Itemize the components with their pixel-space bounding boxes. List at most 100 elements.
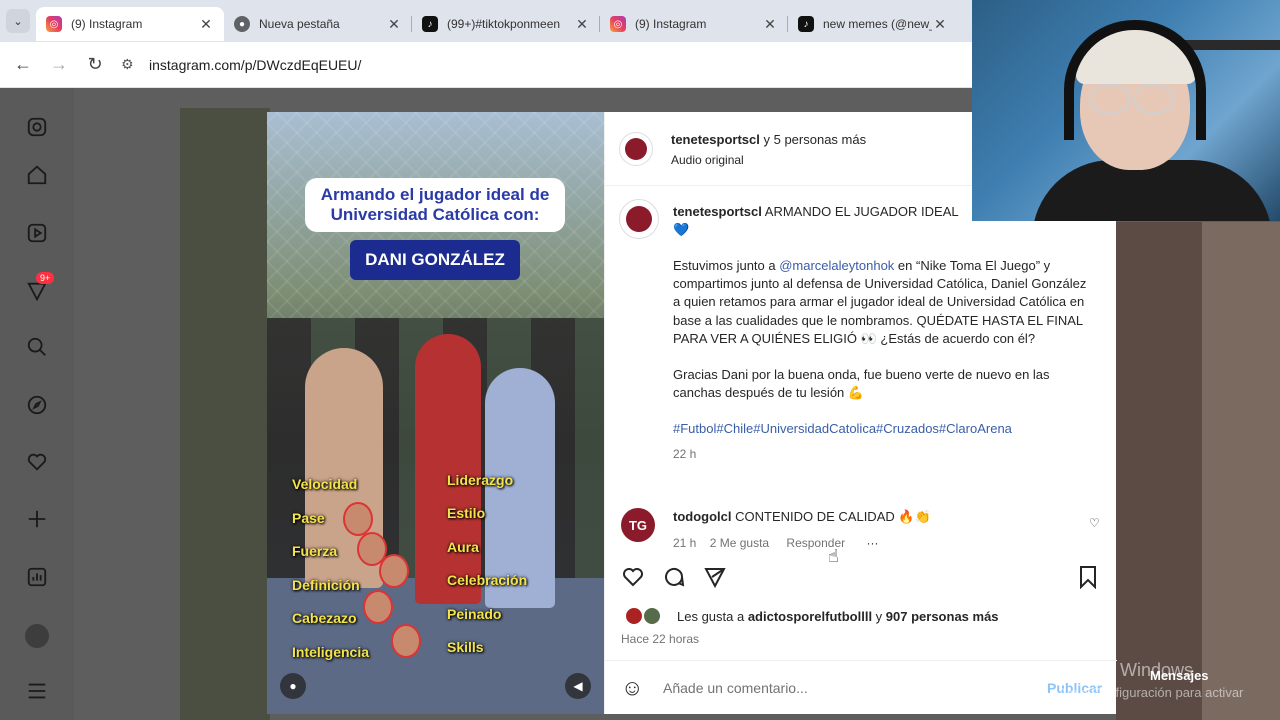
glasses-lens [1090, 84, 1130, 114]
mouse-cursor-icon: ☝ [828, 546, 839, 566]
comment-author[interactable]: todogolcl [673, 509, 732, 524]
tagged-users-icon[interactable]: ● [280, 673, 306, 699]
comment-like-heart-icon[interactable]: ♡ [1089, 514, 1100, 532]
trait-label: Cabezazo [292, 610, 357, 626]
hashtags-link[interactable]: #Futbol#Chile#UniversidadCatolica#Cruzad… [673, 420, 1093, 438]
player-face [391, 624, 421, 658]
share-icon[interactable] [703, 565, 727, 595]
screen: ⌄ ◎ (9) Instagram ✕ ● Nueva pestaña ✕ ♪ … [0, 0, 1280, 720]
home-icon[interactable] [24, 162, 50, 188]
trait-label: Inteligencia [292, 644, 370, 660]
player-name-banner: DANI GONZÁLEZ [350, 240, 520, 280]
post-video[interactable]: Armando el jugador ideal de Universidad … [267, 112, 604, 714]
activate-windows-subtitle: Ve a Configuración para activar [1062, 685, 1244, 700]
post-timestamp: Hace 22 horas [621, 632, 700, 646]
commenter-avatar[interactable]: TG [621, 508, 655, 542]
messages-button[interactable]: Mensajes [1150, 668, 1209, 683]
trait-label: Celebración [447, 572, 528, 588]
trait-label: Pase [292, 510, 325, 526]
dashboard-icon[interactable] [24, 564, 50, 590]
trait-label: Liderazgo [447, 472, 514, 488]
site-settings-icon[interactable]: ⚙ [121, 56, 143, 73]
comment-input[interactable]: Añade un comentario... [663, 679, 808, 697]
volume-icon[interactable]: ◀ [565, 673, 591, 699]
tiktok-icon: ♪ [798, 16, 814, 32]
heart-icon[interactable] [24, 449, 50, 475]
author-username[interactable]: tenetesportscl [671, 132, 760, 147]
forward-arrow-icon[interactable]: → [41, 54, 77, 75]
back-arrow-icon[interactable]: ← [5, 54, 41, 75]
profile-avatar[interactable] [25, 624, 49, 648]
chevron-down-icon[interactable]: ⌄ [6, 9, 30, 33]
trait-label: Fuerza [292, 543, 338, 559]
reload-icon[interactable]: ↻ [77, 54, 113, 75]
trait-label: Skills [447, 639, 484, 655]
instagram-logo-icon[interactable] [24, 114, 50, 140]
emoji-icon[interactable]: ☺ [621, 675, 643, 701]
tab-title: Nueva pestaña [259, 17, 340, 31]
comment-bubble-icon[interactable] [662, 565, 686, 595]
tab-title: (9) Instagram [635, 17, 707, 31]
browser-tab-new-tab[interactable]: ● Nueva pestaña ✕ [224, 7, 412, 41]
instagram-icon: ◎ [610, 16, 626, 32]
liker-avatars [625, 607, 661, 625]
browser-tab-instagram-2[interactable]: ◎ (9) Instagram ✕ [600, 7, 788, 41]
caption-timestamp: 22 h [673, 446, 697, 461]
likes-prefix: Les gusta a [677, 609, 748, 624]
background-post [1116, 222, 1202, 720]
caption-headline: ARMANDO EL JUGADOR IDEAL [764, 204, 959, 219]
blue-heart-emoji: 💙 [673, 222, 690, 237]
person-player [415, 334, 481, 604]
coauthors-text: y 5 personas más [763, 132, 867, 147]
audio-label[interactable]: Audio original [671, 151, 744, 169]
video-headline: Armando el jugador ideal de Universidad … [305, 178, 565, 232]
url-field[interactable]: instagram.com/p/DWczdEqEUEU/ [149, 57, 361, 73]
close-icon[interactable]: ✕ [762, 16, 778, 33]
background-post [1202, 222, 1280, 720]
trait-label: Estilo [447, 505, 486, 521]
streamer-body [1032, 160, 1272, 221]
create-plus-icon[interactable] [24, 506, 50, 532]
tab-title: new memes (@new_ [823, 17, 932, 31]
chrome-icon: ● [234, 16, 250, 32]
notification-badge: 9+ [36, 272, 55, 284]
author-avatar[interactable] [619, 132, 653, 166]
browser-tab-instagram[interactable]: ◎ (9) Instagram ✕ [36, 7, 224, 41]
tab-search-menu[interactable]: ⌄ [0, 0, 36, 42]
player-face [363, 590, 393, 624]
trait-label: Aura [447, 539, 479, 555]
trait-label: Peinado [447, 606, 502, 622]
save-bookmark-icon[interactable] [1077, 565, 1099, 595]
close-icon[interactable]: ✕ [932, 16, 948, 33]
comment-time: 21 h [673, 536, 697, 550]
browser-tab-tiktok-2[interactable]: ♪ new memes (@new_ ✕ [788, 7, 958, 41]
more-options-icon[interactable]: ··· [866, 536, 878, 550]
close-icon[interactable]: ✕ [198, 16, 214, 33]
player-face [343, 502, 373, 536]
browser-tab-tiktok[interactable]: ♪ (99+)#tiktokponmeen ✕ [412, 7, 600, 41]
webcam-overlay [972, 0, 1280, 221]
tiktok-icon: ♪ [422, 16, 438, 32]
comment-text: CONTENIDO DE CALIDAD 🔥👏 [735, 509, 931, 524]
explore-icon[interactable] [24, 392, 50, 418]
comment-likes[interactable]: 2 Me gusta [710, 536, 769, 550]
search-icon[interactable] [24, 334, 50, 360]
likes-count[interactable]: 907 personas más [886, 609, 999, 624]
caption-author-avatar[interactable] [619, 199, 659, 239]
glasses-lens [1134, 84, 1174, 114]
reels-icon[interactable] [24, 220, 50, 246]
like-heart-icon[interactable] [621, 565, 645, 595]
headphones [1064, 20, 1206, 140]
caption-text: Estuvimos junto a [673, 258, 780, 273]
instagram-icon: ◎ [46, 16, 62, 32]
address-bar: ← → ↻ ⚙ instagram.com/p/DWczdEqEUEU/ [0, 42, 972, 88]
close-icon[interactable]: ✕ [386, 16, 402, 33]
liker-username[interactable]: adictosporelfutbollll [748, 609, 872, 624]
mention-link[interactable]: @marcelaleytonhok [779, 258, 894, 273]
caption-author-username[interactable]: tenetesportscl [673, 204, 762, 219]
likes-mid: y [872, 609, 886, 624]
menu-icon[interactable] [24, 678, 50, 704]
close-icon[interactable]: ✕ [574, 16, 590, 33]
comment-input-bar: ☺ Añade un comentario... Publicar [605, 660, 1117, 714]
trait-label: Definición [292, 577, 360, 593]
